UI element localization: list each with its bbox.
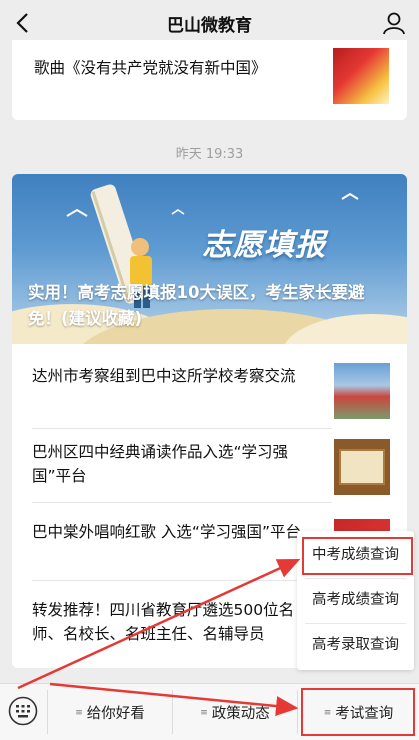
divider bbox=[32, 502, 332, 503]
bottom-menu-item-policy-news[interactable]: ≡ 政策动态 bbox=[173, 684, 297, 740]
divider bbox=[32, 580, 332, 581]
menu-list-icon: ≡ bbox=[200, 707, 208, 718]
previous-article-thumbnail bbox=[333, 48, 389, 104]
menu-list-icon: ≡ bbox=[75, 707, 83, 718]
previous-article-card[interactable]: 歌曲《没有共产党就没有新中国》 bbox=[12, 40, 407, 120]
highlight-box bbox=[302, 537, 413, 575]
article-title: 达州市考察组到巴中这所学校考察交流 bbox=[32, 367, 296, 385]
submenu-item-gaokao-score[interactable]: 高考成绩查询 bbox=[297, 578, 414, 622]
article-item[interactable]: 达州市考察组到巴中这所学校考察交流 bbox=[12, 354, 407, 420]
divider bbox=[32, 428, 332, 429]
hero-image-text: 志愿填报 bbox=[202, 228, 326, 263]
bottom-menu-label: 给你好看 bbox=[86, 706, 145, 722]
hero-article-title: 实用！高考志愿填报10大误区，考生家长要避免！(建议收藏) bbox=[28, 283, 365, 328]
article-thumbnail bbox=[334, 439, 390, 495]
message-timestamp: 昨天 19:33 bbox=[175, 147, 244, 162]
bottom-menu-item-gei-ni-hao-kan[interactable]: ≡ 给你好看 bbox=[48, 684, 172, 740]
user-profile-icon[interactable] bbox=[381, 10, 407, 36]
article-item[interactable]: 巴州区四中经典诵读作品入选“学习强国”平台 bbox=[12, 430, 407, 496]
hero-article[interactable]: 志愿填报 实用！高考志愿填报10大误区，考生家长要避免！(建议收藏) bbox=[12, 174, 407, 344]
keyboard-icon[interactable] bbox=[8, 696, 38, 726]
page-title: 巴山微教育 bbox=[167, 15, 252, 36]
article-title: 巴中棠外唱响红歌 入选“学习强国”平台 bbox=[32, 523, 301, 541]
article-title: 巴州区四中经典诵读作品入选“学习强国”平台 bbox=[32, 443, 289, 485]
previous-article-title: 歌曲《没有共产党就没有新中国》 bbox=[34, 59, 267, 77]
article-title: 转发推荐！四川省教育厅遴选500位名师、名校长、名班主任、名辅导员 bbox=[32, 601, 295, 643]
highlight-box bbox=[301, 688, 415, 736]
article-thumbnail bbox=[334, 363, 390, 419]
bottom-menu-label: 政策动态 bbox=[211, 706, 270, 722]
back-arrow-icon[interactable] bbox=[10, 9, 38, 37]
submenu-item-gaokao-admission[interactable]: 高考录取查询 bbox=[297, 623, 414, 667]
